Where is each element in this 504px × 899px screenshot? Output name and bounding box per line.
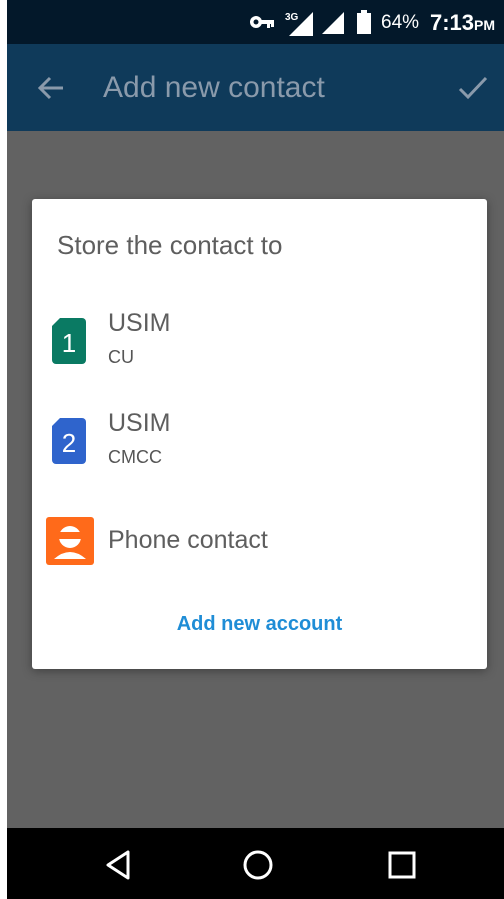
clock-ampm: PM: [474, 17, 496, 33]
app-bar: Add new contact: [7, 44, 504, 131]
account-option-phone[interactable]: Phone contact: [32, 501, 487, 581]
network-type-label: 3G: [285, 12, 299, 23]
save-check-icon[interactable]: [458, 74, 488, 102]
battery-icon: [357, 10, 371, 34]
phone-contact-icon: [46, 517, 94, 565]
add-new-account-button[interactable]: Add new account: [32, 611, 487, 637]
account-option-usim-cu[interactable]: 1 USIM CU: [32, 299, 487, 389]
navigation-bar: [7, 828, 504, 899]
vpn-key-icon: [250, 16, 274, 28]
account-carrier: CMCC: [108, 447, 162, 467]
signal-strength-icon: [322, 12, 344, 34]
screen: 3G 64% 7:13PM Add new contact Store the …: [7, 0, 504, 899]
sim-2-icon: 2: [52, 418, 86, 464]
nav-back-icon[interactable]: [102, 848, 136, 882]
sim-1-number: 1: [62, 328, 76, 358]
battery-percent: 64%: [381, 12, 420, 33]
account-name: USIM: [108, 309, 171, 337]
nav-home-icon[interactable]: [241, 848, 275, 882]
account-option-usim-cmcc[interactable]: 2 USIM CMCC: [32, 399, 487, 489]
nav-recent-apps-icon[interactable]: [385, 848, 419, 882]
dialog-title: Store the contact to: [57, 230, 283, 260]
account-name: Phone contact: [108, 526, 268, 554]
clock: 7:13PM: [430, 9, 495, 39]
clock-time: 7:13: [430, 10, 475, 35]
status-bar: 3G 64% 7:13PM: [7, 0, 504, 44]
back-arrow-icon[interactable]: [37, 74, 65, 102]
page-title: Add new contact: [103, 71, 325, 104]
store-contact-dialog: Store the contact to 1 USIM CU 2 USIM CM…: [32, 199, 487, 669]
signal-3g-icon: 3G: [285, 12, 313, 36]
sim-2-number: 2: [62, 428, 76, 458]
sim-1-icon: 1: [52, 318, 86, 364]
account-name: USIM: [108, 409, 171, 437]
account-carrier: CU: [108, 347, 134, 367]
